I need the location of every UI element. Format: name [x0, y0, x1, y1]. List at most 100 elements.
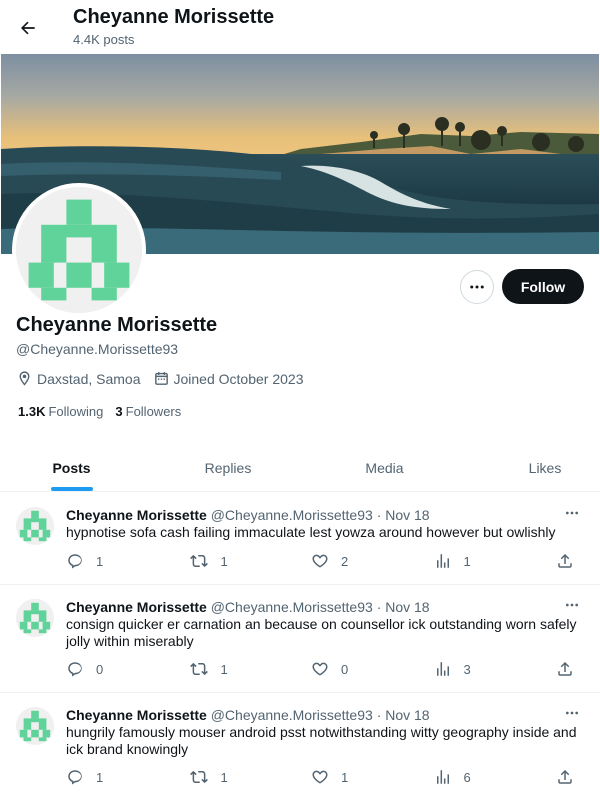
following-label: Following [48, 404, 104, 419]
header-title: Cheyanne Morissette [73, 6, 275, 28]
views-chart-icon [436, 662, 449, 676]
repost-count: 1 [220, 553, 228, 569]
joined-text: Joined October 2023 [173, 370, 304, 387]
post-more-button[interactable] [562, 705, 582, 721]
tab-likes-label: Likes [528, 459, 562, 476]
post-more-button[interactable] [562, 597, 582, 613]
post-avatar[interactable] [16, 707, 54, 745]
views-chart-icon [436, 554, 449, 568]
follow-button[interactable]: Follow [502, 269, 584, 304]
location-text: Daxstad, Samoa [37, 370, 141, 387]
tab-posts-label: Posts [52, 459, 91, 476]
post-item[interactable]: Cheyanne Morissette @Cheyanne.Morissette… [0, 493, 600, 585]
post-author-handle[interactable]: @Cheyanne.Morissette93 [211, 707, 373, 723]
tab-posts[interactable]: Posts [0, 444, 143, 491]
share-button[interactable] [556, 552, 586, 570]
active-tab-indicator [50, 487, 93, 491]
post-actions: 1 1 2 1 [66, 552, 586, 570]
post-header: Cheyanne Morissette @Cheyanne.Morissette… [66, 599, 430, 615]
tab-replies[interactable]: Replies [143, 444, 313, 491]
more-options-button[interactable] [460, 270, 494, 304]
reply-count: 1 [96, 769, 104, 785]
views-count: 3 [463, 661, 471, 677]
post-header: Cheyanne Morissette @Cheyanne.Morissette… [66, 707, 430, 723]
arrow-left-icon [21, 21, 35, 35]
back-button[interactable] [12, 12, 44, 44]
views-button[interactable]: 3 [434, 660, 557, 678]
repost-button[interactable]: 1 [189, 660, 312, 678]
location-pin-icon [19, 371, 30, 386]
post-avatar[interactable] [16, 507, 54, 545]
heart-icon [312, 770, 328, 784]
tab-likes[interactable]: Likes [456, 444, 600, 491]
like-count: 1 [341, 769, 349, 785]
followers-count: 3 [115, 404, 123, 419]
post-text: consign quicker er carnation an because … [66, 616, 577, 649]
reply-count: 0 [96, 661, 104, 677]
heart-icon [312, 554, 328, 568]
views-button[interactable]: 6 [434, 768, 557, 786]
post-author-name[interactable]: Cheyanne Morissette [66, 507, 207, 523]
following-link[interactable]: 1.3K Following [18, 404, 103, 419]
repost-button[interactable]: 1 [189, 552, 312, 570]
views-count: 6 [463, 769, 471, 785]
heart-icon [312, 662, 328, 676]
reply-button[interactable]: 0 [66, 660, 189, 678]
repost-count: 1 [220, 769, 228, 785]
views-count: 1 [463, 553, 471, 569]
like-button[interactable]: 2 [311, 552, 434, 570]
post-author-name[interactable]: Cheyanne Morissette [66, 707, 207, 723]
repost-count: 1 [220, 661, 228, 677]
post-date[interactable]: · Nov 18 [377, 599, 430, 615]
reply-button[interactable]: 1 [66, 768, 189, 786]
more-horizontal-icon [566, 603, 578, 607]
followers-label: Followers [125, 404, 182, 419]
profile-tabs: Posts Replies Media Likes [0, 444, 600, 492]
repost-icon [189, 662, 208, 676]
profile-avatar[interactable] [12, 183, 146, 317]
reply-button[interactable]: 1 [66, 552, 189, 570]
more-horizontal-icon [566, 711, 578, 715]
identicon-avatar [16, 707, 54, 745]
profile-handle: @Cheyanne.Morissette93 [16, 341, 179, 357]
repost-icon [189, 554, 208, 568]
profile-name: Cheyanne Morissette [16, 314, 218, 336]
header-post-count: 4.4K posts [73, 32, 135, 47]
post-item[interactable]: Cheyanne Morissette @Cheyanne.Morissette… [0, 693, 600, 800]
post-author-handle[interactable]: @Cheyanne.Morissette93 [211, 507, 373, 523]
post-date[interactable]: · Nov 18 [377, 707, 430, 723]
reply-icon [68, 770, 82, 785]
share-button[interactable] [556, 768, 586, 786]
followers-link[interactable]: 3 Followers [115, 404, 181, 419]
post-author-handle[interactable]: @Cheyanne.Morissette93 [211, 599, 373, 615]
repost-button[interactable]: 1 [189, 768, 312, 786]
follow-stats: 1.3K Following 3 Followers [18, 404, 193, 419]
share-icon [558, 661, 572, 676]
post-more-button[interactable] [562, 505, 582, 521]
more-horizontal-icon [566, 511, 578, 515]
joined-item: Joined October 2023 [153, 370, 304, 387]
identicon-avatar [16, 507, 54, 545]
tab-media-label: Media [365, 459, 404, 476]
views-chart-icon [436, 770, 449, 784]
tab-media[interactable]: Media [313, 444, 456, 491]
reply-icon [68, 662, 82, 677]
post-actions: 0 1 0 3 [66, 660, 586, 678]
share-icon [558, 769, 572, 784]
post-item[interactable]: Cheyanne Morissette @Cheyanne.Morissette… [0, 585, 600, 693]
location-item: Daxstad, Samoa [16, 370, 141, 387]
post-author-name[interactable]: Cheyanne Morissette [66, 599, 207, 615]
like-button[interactable]: 0 [311, 660, 434, 678]
more-horizontal-icon [470, 285, 484, 289]
share-icon [558, 553, 572, 568]
share-button[interactable] [556, 660, 586, 678]
repost-icon [189, 770, 208, 784]
like-button[interactable]: 1 [311, 768, 434, 786]
post-actions: 1 1 1 6 [66, 768, 586, 786]
post-text: hypnotise sofa cash failing immaculate l… [66, 524, 556, 540]
profile-meta: Daxstad, Samoa Joined October 2023 [16, 370, 315, 387]
post-date[interactable]: · Nov 18 [377, 507, 430, 523]
views-button[interactable]: 1 [434, 552, 557, 570]
post-avatar[interactable] [16, 599, 54, 637]
top-bar: Cheyanne Morissette 4.4K posts [0, 0, 600, 54]
